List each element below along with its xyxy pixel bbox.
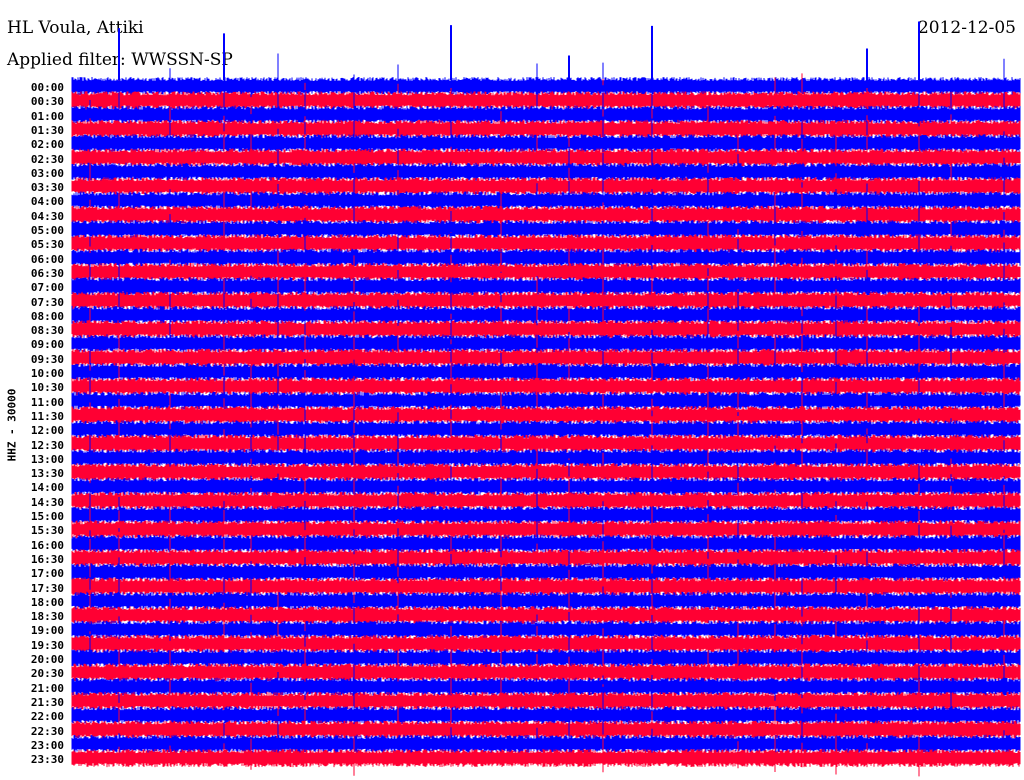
event-spikes <box>118 21 920 80</box>
helicorder-plot <box>71 21 1021 777</box>
